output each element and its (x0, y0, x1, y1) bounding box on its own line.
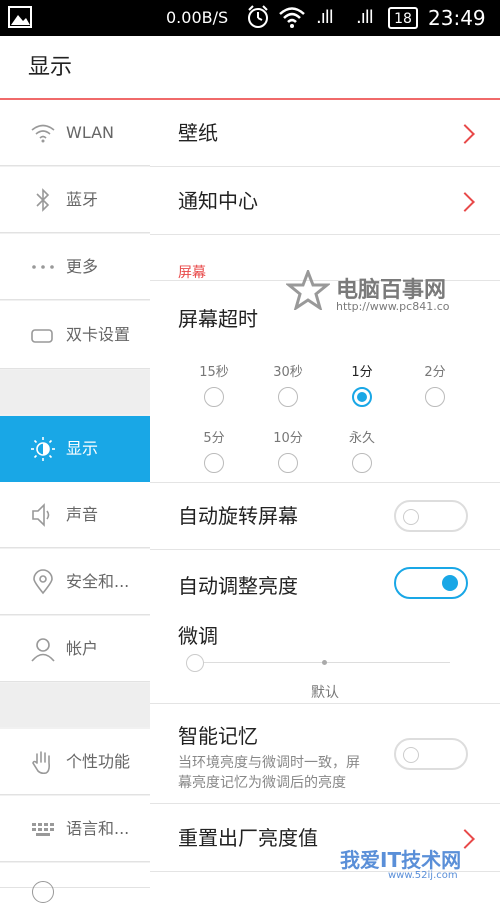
radio-button[interactable] (278, 453, 298, 473)
radio-button[interactable] (204, 387, 224, 407)
sidebar-item-wlan[interactable]: WLAN (0, 100, 150, 166)
auto-brightness-label: 自动调整亮度 (178, 574, 298, 598)
radio-button-selected[interactable] (352, 387, 372, 407)
sidebar-item-label: WLAN (66, 123, 115, 142)
sidebar-item-label: 个性功能 (66, 752, 131, 771)
notification-center-label: 通知中心 (178, 189, 258, 213)
clock: 23:49 (428, 6, 486, 30)
sidebar-item-label: 声音 (66, 505, 99, 524)
auto-rotate-row[interactable]: 自动旋转屏幕 (150, 483, 500, 550)
radio-button[interactable] (204, 453, 224, 473)
watermark-title-bottom: 我爱IT技术网 (340, 848, 462, 872)
signal-icon: .ıll (316, 7, 334, 28)
speaker-icon (30, 502, 56, 528)
sidebar-item-label: 更多 (66, 257, 99, 276)
timeout-option-10m[interactable]: 10分 (268, 429, 308, 473)
clock-icon (32, 881, 54, 903)
timeout-option-label: 永久 (348, 431, 375, 446)
timeout-option-label: 5分 (203, 431, 225, 446)
fine-tune-label: 微调 (178, 624, 218, 648)
toggle-knob (403, 509, 419, 525)
auto-rotate-toggle[interactable] (394, 500, 468, 532)
brightness-icon (30, 436, 56, 462)
toggle-knob (442, 575, 458, 591)
battery-icon: 18 (388, 7, 418, 29)
sidebar-divider (0, 370, 150, 414)
hand-icon (30, 749, 56, 775)
sidebar-item-personal[interactable]: 个性功能 (0, 729, 150, 795)
screen-timeout-label: 屏幕超时 (178, 307, 258, 331)
radio-button[interactable] (425, 387, 445, 407)
image-icon (8, 0, 34, 36)
app-bar: 显示 (0, 36, 500, 100)
sidebar-item-label: 蓝牙 (66, 190, 99, 209)
smart-memory-label: 智能记忆 (178, 724, 258, 748)
sidebar-divider (0, 683, 150, 727)
bluetooth-icon (30, 187, 56, 213)
sidebar-item-security[interactable]: 安全和... (0, 549, 150, 615)
timeout-option-30s[interactable]: 30秒 (268, 363, 308, 407)
timeout-option-1m[interactable]: 1分 (342, 363, 382, 407)
auto-rotate-label: 自动旋转屏幕 (178, 504, 298, 528)
timeout-option-label: 15秒 (199, 365, 229, 380)
sidebar-item-account[interactable]: 帐户 (0, 616, 150, 682)
auto-brightness-toggle[interactable] (394, 567, 468, 599)
sidebar-item-dual-sim[interactable]: 双卡设置 (0, 301, 150, 369)
timeout-option-label: 10分 (273, 431, 303, 446)
watermark-url: http://www.pc841.co (336, 300, 450, 313)
sidebar-item-bluetooth[interactable]: 蓝牙 (0, 167, 150, 233)
sidebar-item-sound[interactable]: 声音 (0, 482, 150, 548)
chevron-right-icon (455, 192, 475, 212)
sidebar-item-more[interactable]: 更多 (0, 234, 150, 300)
section-header-screen: 屏幕 (178, 265, 206, 281)
timeout-option-label: 30秒 (273, 365, 303, 380)
auto-brightness-row: 自动调整亮度 微调 (150, 550, 500, 704)
notification-center-row[interactable]: 通知中心 (150, 167, 500, 235)
wallpaper-label: 壁纸 (178, 121, 218, 145)
radio-button[interactable] (352, 453, 372, 473)
timeout-option-forever[interactable]: 永久 (342, 429, 382, 473)
sidebar-item-partial[interactable] (0, 863, 150, 903)
slider-default-label: 默认 (311, 685, 339, 701)
sidebar-item-display[interactable]: 显示 (0, 416, 150, 482)
signal-icon-2: .ıll (356, 7, 374, 28)
timeout-option-5m[interactable]: 5分 (194, 429, 234, 473)
page-title: 显示 (28, 55, 73, 80)
network-speed: 0.00B/S (166, 8, 229, 27)
timeout-option-label: 2分 (424, 365, 446, 380)
status-bar: 0.00B/S .ıll .ıll 18 23:49 (0, 0, 500, 36)
settings-panel: 壁纸 通知中心 屏幕 屏幕超时 15秒 30秒 1分 2分 5分 10分 永久 … (150, 100, 500, 888)
sidebar: WLAN 蓝牙 更多 双卡设置 显示 声音 安全和... 帐户 个性功能 语言和… (0, 100, 150, 903)
timeout-option-2m[interactable]: 2分 (415, 363, 455, 407)
reset-brightness-label: 重置出厂亮度值 (178, 826, 318, 850)
timeout-option-label: 1分 (351, 365, 373, 380)
location-icon (30, 569, 56, 595)
wifi-icon (278, 0, 306, 36)
sim-card-icon (30, 323, 56, 349)
sidebar-item-language[interactable]: 语言和... (0, 796, 150, 862)
smart-memory-row: 智能记忆 当环境亮度与微调时一致，屏 幕亮度记忆为微调后的亮度 (150, 704, 500, 804)
account-icon (30, 636, 56, 662)
radio-button[interactable] (278, 387, 298, 407)
slider-default-marker (322, 660, 327, 665)
star-logo-icon (284, 267, 332, 314)
toggle-knob (403, 747, 419, 763)
wifi-icon (30, 120, 56, 146)
sidebar-item-label: 安全和... (66, 572, 130, 591)
sidebar-item-label: 双卡设置 (66, 325, 131, 344)
smart-memory-desc-line2: 幕亮度记忆为微调后的亮度 (178, 775, 346, 791)
wallpaper-row[interactable]: 壁纸 (150, 100, 500, 167)
sidebar-item-label: 帐户 (66, 639, 99, 658)
smart-memory-desc-line1: 当环境亮度与微调时一致，屏 (178, 755, 360, 771)
watermark-url-bottom: www.52ij.com (388, 870, 458, 881)
timeout-option-15s[interactable]: 15秒 (194, 363, 234, 407)
more-icon (30, 254, 56, 280)
sidebar-item-label: 语言和... (66, 819, 130, 838)
brightness-slider-thumb[interactable] (186, 654, 204, 672)
sidebar-item-label: 显示 (66, 439, 99, 458)
alarm-icon (246, 0, 270, 36)
keyboard-icon (30, 816, 56, 842)
smart-memory-toggle[interactable] (394, 738, 468, 770)
chevron-right-icon (455, 124, 475, 144)
